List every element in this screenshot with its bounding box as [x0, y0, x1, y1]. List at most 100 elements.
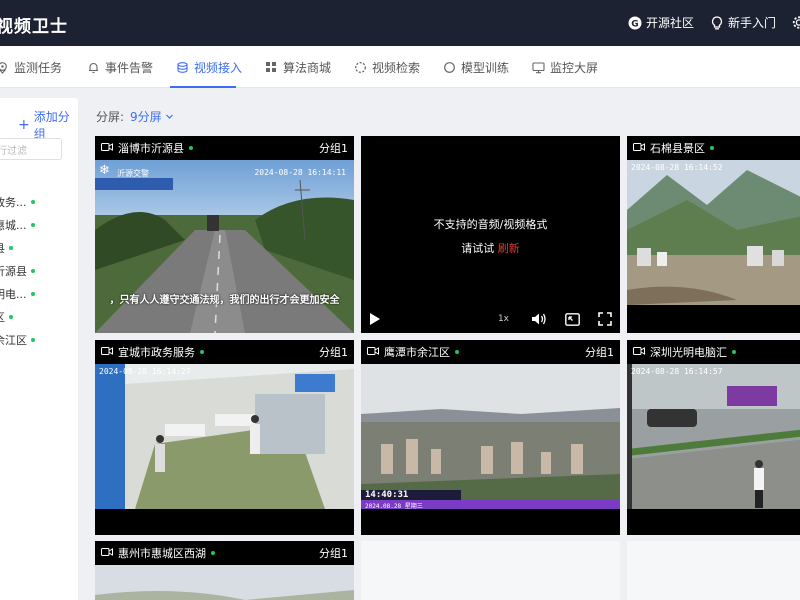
- camera-icon: [101, 142, 113, 154]
- sidebar-item-label: 明电...: [0, 288, 27, 301]
- video-tile[interactable]: 淄博市沂源县 分组1 沂源交警 2024-08-28 16:14:11 ❄ ，只…: [95, 136, 354, 333]
- guide-label: 新手入门: [727, 16, 776, 30]
- sidebar-item[interactable]: 余江区: [0, 332, 35, 348]
- video-stream-road: 沂源交警 2024-08-28 16:14:11 ❄ ，只有人人遵守交通法规，我…: [95, 160, 354, 333]
- online-dot: [455, 350, 459, 354]
- tile-header: 宜城市政务服务 分组1: [95, 340, 354, 364]
- online-dot: [189, 146, 193, 150]
- camera-icon: [101, 547, 113, 559]
- sidebar-item-label: 政务...: [0, 196, 27, 209]
- retry-prefix: 请试试: [461, 242, 495, 255]
- svg-text:G: G: [631, 19, 638, 29]
- sidebar-item[interactable]: 政务...: [0, 194, 35, 210]
- osd-channel-label: 沂源交警: [117, 169, 149, 178]
- gear-icon: [792, 16, 800, 30]
- online-dot: [9, 246, 13, 250]
- playback-speed-button[interactable]: 1x: [498, 314, 509, 324]
- camera-icon: [633, 142, 645, 154]
- sidebar-item[interactable]: 县: [0, 240, 13, 256]
- osd-timestamp: 2024-08-28 16:14:11: [254, 168, 346, 177]
- tab-algorithm-store[interactable]: 算法商城: [265, 46, 331, 88]
- online-dot: [710, 146, 714, 150]
- osd-clock: 14:40:31: [365, 490, 409, 500]
- main-nav-tabs: 监测任务 事件告警 视频接入 算法商城 视频检索 模型训练 监控大屏: [0, 46, 800, 88]
- sidebar-item[interactable]: 区: [0, 309, 13, 325]
- sidebar-item-label: 区: [0, 309, 5, 325]
- picture-in-picture-button[interactable]: [565, 312, 580, 326]
- sidebar-item-label: 余江区: [0, 334, 27, 347]
- sidebar-item[interactable]: 惠城...: [0, 217, 35, 233]
- topbar-actions: G 开源社区 新手入门: [628, 14, 800, 31]
- play-icon: [370, 313, 380, 325]
- osd-date: 2024.08.28 星期三: [365, 503, 423, 509]
- sidebar-item-label: 县: [0, 240, 5, 256]
- tab-label: 监控大屏: [550, 60, 599, 75]
- split-dropdown[interactable]: 9分屏: [130, 108, 174, 125]
- add-group-label: 添加分组: [33, 110, 70, 141]
- settings-button[interactable]: [792, 16, 800, 30]
- online-dot: [31, 338, 35, 342]
- tile-camera-name: 石棉县景区: [650, 142, 705, 155]
- tile-header: [361, 136, 620, 160]
- tile-group-label: 分组1: [319, 547, 348, 560]
- online-dot: [31, 269, 35, 273]
- video-tile[interactable]: 鹰潭市余江区 分组1 14:40:31 2024.08.28 星期三: [361, 340, 620, 535]
- group-sidebar: + 添加分组 行过滤 政务... 惠城... 县 沂源县 明电... 区 余江区: [0, 98, 78, 600]
- video-tile-error[interactable]: 不支持的音频/视频格式 请试试 刷新 1x: [361, 136, 620, 333]
- player-controls: 1x: [361, 305, 620, 333]
- online-dot: [732, 350, 736, 354]
- video-tile[interactable]: 深圳光明电脑汇 2024-08-28 16:14:57: [627, 340, 800, 535]
- database-icon: [176, 61, 189, 74]
- online-dot: [9, 315, 13, 319]
- video-tile[interactable]: 宜城市政务服务 分组1 2024-08-28 16:14:27: [95, 340, 354, 535]
- beginner-guide-link[interactable]: 新手入门: [710, 14, 776, 31]
- open-source-community-link[interactable]: G 开源社区: [628, 14, 694, 31]
- tab-model-training[interactable]: 模型训练: [443, 46, 509, 88]
- volume-icon: [532, 313, 546, 325]
- lightbulb-icon: [710, 15, 724, 30]
- chevron-down-icon: [165, 114, 173, 119]
- group-filter-input[interactable]: 行过滤: [0, 138, 62, 160]
- tab-monitoring-tasks[interactable]: 监测任务: [0, 46, 62, 88]
- tile-header: 鹰潭市余江区 分组1: [361, 340, 620, 364]
- camera-icon: [367, 346, 379, 358]
- video-stream-service-hall: 2024-08-28 16:14:27: [95, 364, 354, 509]
- sidebar-item[interactable]: 沂源县: [0, 263, 35, 279]
- online-dot: [30, 292, 35, 296]
- refresh-link[interactable]: 刷新: [498, 242, 520, 255]
- video-stream-valley: 2024-08-28 16:14:52: [627, 160, 800, 305]
- tab-event-alerts[interactable]: 事件告警: [87, 46, 153, 88]
- circle-icon: [443, 61, 456, 74]
- split-label: 分屏:: [96, 110, 125, 124]
- fullscreen-button[interactable]: [598, 312, 612, 326]
- online-dot: [200, 350, 204, 354]
- tile-header: 惠州市惠城区西湖 分组1: [95, 541, 354, 565]
- sidebar-item-label: 惠城...: [0, 219, 27, 232]
- sidebar-item[interactable]: 明电...: [0, 286, 35, 302]
- add-group-button[interactable]: + 添加分组: [18, 108, 78, 142]
- plus-icon: +: [18, 117, 30, 133]
- play-button[interactable]: [369, 312, 381, 326]
- community-label: 开源社区: [645, 16, 694, 30]
- picture-in-picture-icon: [565, 312, 580, 326]
- video-tile[interactable]: 石棉县景区 2024-08-28 16:14:52: [627, 136, 800, 333]
- retry-line: 请试试 刷新: [361, 240, 620, 256]
- tab-monitor-dashboard[interactable]: 监控大屏: [532, 46, 598, 88]
- volume-button[interactable]: [531, 312, 547, 326]
- tile-camera-name: 宜城市政务服务: [118, 346, 195, 359]
- tab-label: 算法商城: [283, 60, 332, 75]
- split-value: 9分屏: [130, 110, 162, 124]
- unsupported-format-message: 不支持的音频/视频格式: [433, 218, 548, 231]
- tab-video-search[interactable]: 视频检索: [354, 46, 420, 88]
- tile-header: 淄博市沂源县 分组1: [95, 136, 354, 160]
- github-icon: G: [628, 16, 642, 30]
- empty-tile: [627, 541, 800, 600]
- video-stream-city-aerial: 14:40:31 2024.08.28 星期三: [361, 364, 620, 509]
- video-tile[interactable]: 惠州市惠城区西湖 分组1: [95, 541, 354, 600]
- tile-header: 深圳光明电脑汇: [627, 340, 800, 364]
- video-subtitle: ，只有人人遵守交通法规，我们的出行才会更加安全: [109, 295, 340, 306]
- camera-icon: [633, 346, 645, 358]
- tab-label: 事件告警: [105, 60, 154, 75]
- tab-video-access[interactable]: 视频接入: [176, 46, 242, 88]
- tile-header: 石棉县景区: [627, 136, 800, 160]
